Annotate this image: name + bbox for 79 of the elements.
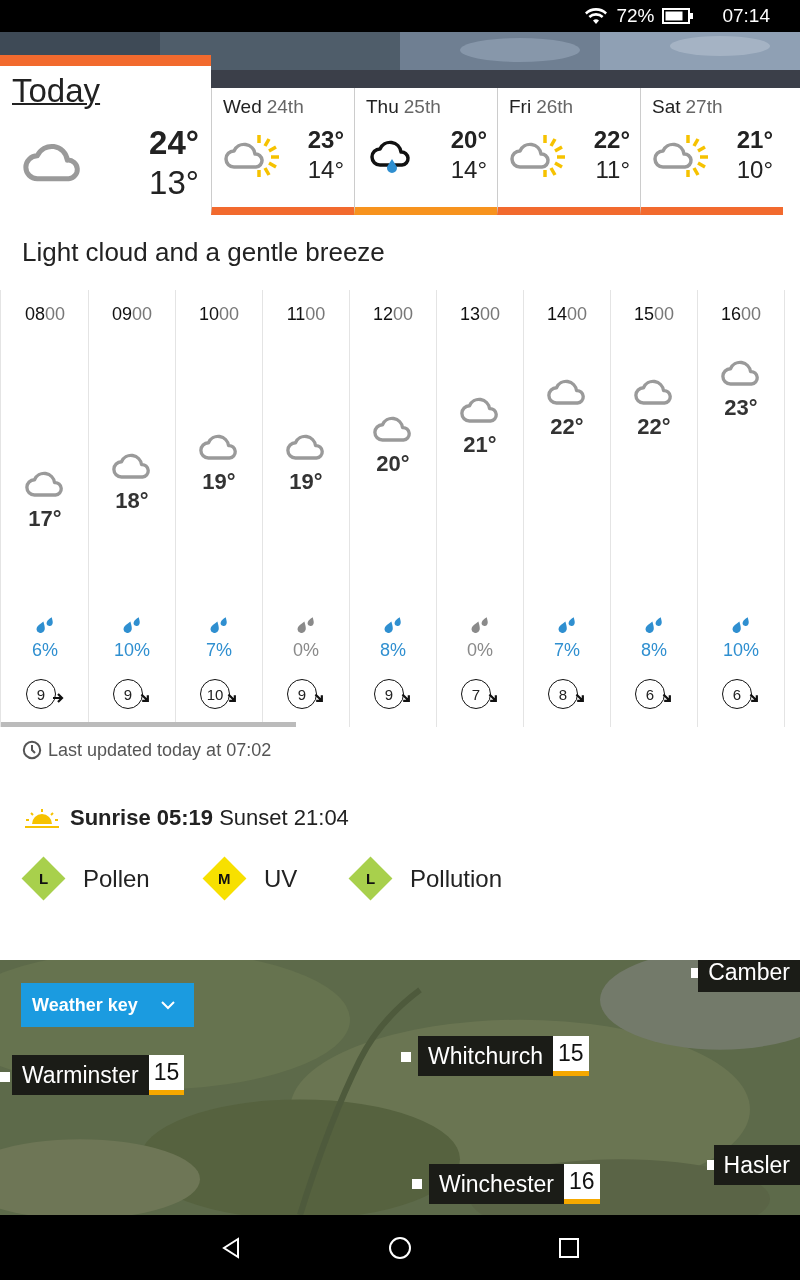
battery-icon bbox=[662, 8, 695, 24]
index-label: Pollution bbox=[410, 864, 503, 893]
hour-temperature: 17° bbox=[28, 506, 62, 532]
clock-icon bbox=[22, 740, 42, 760]
low-temperature: 10° bbox=[736, 156, 773, 184]
high-temperature: 20° bbox=[450, 126, 487, 154]
rain-chance: 10% bbox=[114, 640, 150, 661]
rain-chance: 7% bbox=[554, 640, 580, 661]
high-temperature: 21° bbox=[736, 126, 773, 154]
low-temperature: 13° bbox=[149, 164, 199, 202]
hour-label: 0900 bbox=[111, 303, 153, 326]
hour-temperature: 22° bbox=[550, 413, 584, 440]
low-temperature: 14° bbox=[450, 156, 487, 184]
town-label: Whitchurch bbox=[418, 1036, 554, 1076]
hour-temperature: 20° bbox=[376, 450, 410, 477]
town-marker bbox=[401, 1052, 411, 1062]
cloud-icon bbox=[633, 378, 675, 406]
day-tab[interactable]: Sat 27th 21° 10° bbox=[640, 88, 783, 215]
day-tab[interactable]: Wed 24th 23° 14° bbox=[211, 88, 354, 215]
sunrise-icon bbox=[24, 808, 60, 828]
home-icon[interactable] bbox=[388, 1235, 412, 1260]
cloud-icon bbox=[546, 378, 588, 406]
recents-icon[interactable] bbox=[557, 1235, 581, 1260]
hour-label: 1100 bbox=[286, 303, 326, 326]
town-label: Winchester bbox=[429, 1164, 565, 1204]
town-temperature: 15 bbox=[148, 1055, 185, 1095]
hour-label: 0800 bbox=[24, 303, 66, 326]
cloud-icon bbox=[198, 434, 240, 461]
cloud-icon bbox=[285, 434, 327, 461]
index-label: Pollen bbox=[83, 864, 150, 893]
hour-label: 1500 bbox=[633, 303, 675, 326]
rain-chance: 8% bbox=[380, 640, 406, 661]
last-updated-text: Last updated today at 07:02 bbox=[48, 739, 272, 761]
forecast-summary: Light cloud and a gentle breeze bbox=[21, 236, 386, 269]
hour-temperature: 19° bbox=[202, 469, 236, 495]
cloud-icon bbox=[720, 360, 762, 387]
rain-chance: 6% bbox=[32, 640, 58, 661]
clock-time: 07:14 bbox=[722, 5, 770, 27]
cloud-icon bbox=[372, 415, 414, 443]
hour-label: 1300 bbox=[459, 303, 501, 326]
rain-chance: 10% bbox=[723, 640, 759, 661]
town-temperature: 16 bbox=[564, 1164, 600, 1204]
hour-label: 1400 bbox=[546, 303, 588, 326]
town-marker bbox=[0, 1072, 10, 1082]
hour-label: 1200 bbox=[372, 303, 414, 326]
level-badge: M bbox=[202, 856, 247, 901]
rain-chance: 8% bbox=[641, 640, 667, 661]
day-tab[interactable]: Thu 25th 20° 14° bbox=[354, 88, 497, 215]
town-label: Hasler bbox=[713, 1145, 800, 1185]
level-badge: L bbox=[21, 856, 66, 901]
sunrise-sunset-text: Sunrise 05:19 Sunset 21:04 bbox=[70, 805, 349, 831]
wifi-icon bbox=[584, 7, 609, 25]
rain-chance: 7% bbox=[206, 640, 232, 661]
high-temperature: 23° bbox=[307, 126, 344, 154]
town-label: Camber bbox=[698, 960, 800, 992]
hour-temperature: 21° bbox=[463, 432, 497, 458]
town-temperature: 15 bbox=[553, 1036, 589, 1076]
hour-temperature: 18° bbox=[115, 487, 149, 514]
index-label: UV bbox=[264, 864, 298, 893]
high-temperature: 22° bbox=[593, 126, 630, 154]
low-temperature: 14° bbox=[307, 156, 344, 184]
town-label: Warminster bbox=[12, 1055, 149, 1095]
hour-temperature: 22° bbox=[637, 413, 671, 440]
hour-label: 1000 bbox=[198, 303, 240, 326]
battery-percent: 72% bbox=[616, 5, 655, 27]
cloud-icon bbox=[24, 471, 66, 498]
low-temperature: 11° bbox=[595, 156, 630, 184]
day-tab[interactable]: Fri 26th 22° 11° bbox=[497, 88, 640, 215]
level-badge: L bbox=[348, 856, 393, 901]
cloud-icon bbox=[459, 397, 501, 424]
high-temperature: 24° bbox=[149, 124, 199, 162]
hour-temperature: 19° bbox=[289, 469, 323, 495]
chevron-icon bbox=[160, 1000, 176, 1010]
rain-chance: 0% bbox=[467, 640, 493, 661]
rain-chance: 0% bbox=[293, 640, 319, 661]
town-marker bbox=[412, 1179, 422, 1189]
hour-temperature: 23° bbox=[724, 395, 758, 421]
cloud-icon bbox=[111, 452, 153, 480]
hour-label: 1600 bbox=[720, 303, 762, 326]
